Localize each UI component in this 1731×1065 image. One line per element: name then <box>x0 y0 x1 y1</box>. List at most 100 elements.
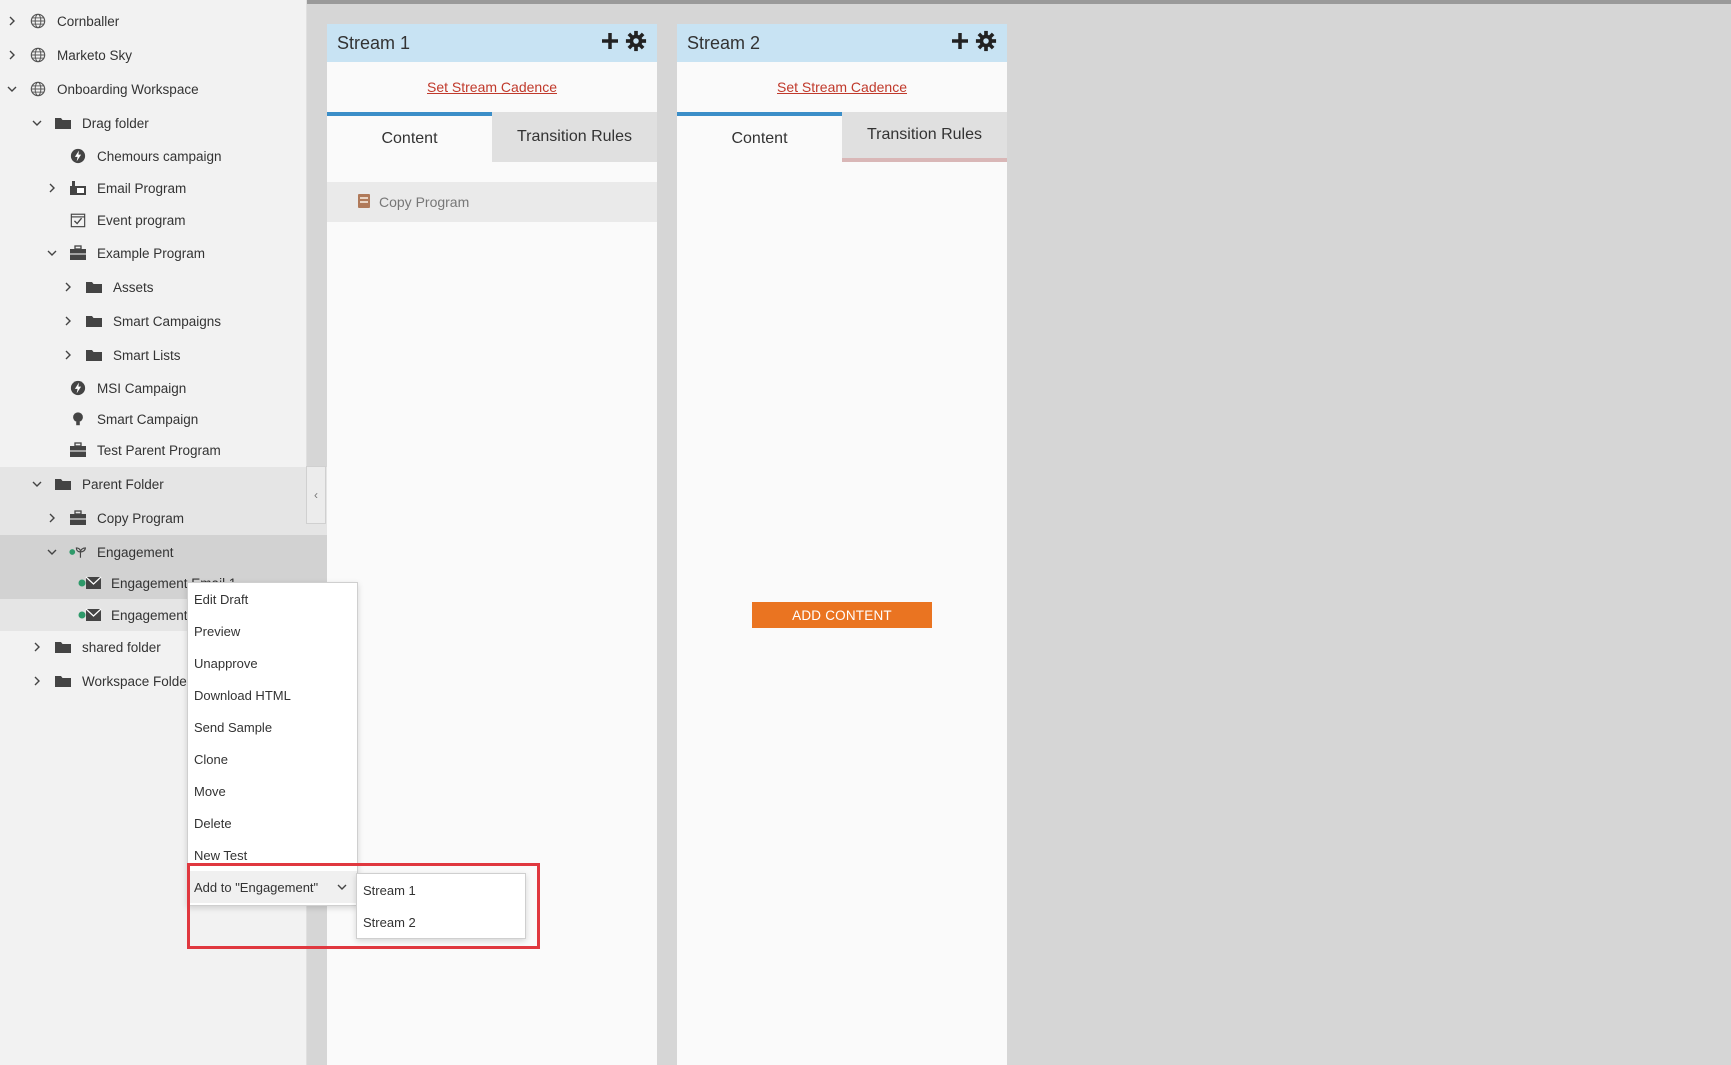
tree-item-label: Onboarding Workspace <box>57 81 199 97</box>
tree-item-label: Chemours campaign <box>97 148 222 164</box>
context-menu: Edit Draft Preview Unapprove Download HT… <box>187 582 358 906</box>
stream-header: Stream 1 <box>327 24 657 62</box>
tab-transition-rules[interactable]: Transition Rules <box>842 112 1007 162</box>
menu-item-clone[interactable]: Clone <box>188 743 357 775</box>
stream-content-item[interactable]: Copy Program <box>327 182 657 222</box>
tree-item-label: Example Program <box>97 245 206 261</box>
stream-title: Stream 2 <box>687 32 761 53</box>
menu-item-move[interactable]: Move <box>188 775 357 807</box>
chevron-right-icon[interactable] <box>6 15 18 27</box>
program-icon <box>357 193 371 212</box>
tree-item-label: MSI Campaign <box>97 380 187 396</box>
globe-icon <box>28 12 48 30</box>
tree-item-label: Assets <box>113 279 154 295</box>
plus-icon[interactable] <box>599 30 621 57</box>
add-content-button[interactable]: ADD CONTENT <box>752 602 932 628</box>
chevron-right-icon[interactable] <box>62 281 74 293</box>
add-to-stream-submenu: Stream 1 Stream 2 <box>356 873 526 939</box>
folder-icon <box>53 638 73 656</box>
chevron-right-icon[interactable] <box>6 49 18 61</box>
tree-item-label: Event program <box>97 212 186 228</box>
engagement-icon <box>68 543 88 561</box>
chevron-left-icon: ‹ <box>314 488 318 502</box>
chevron-right-icon[interactable] <box>62 315 74 327</box>
tree-item-smart-campaigns[interactable]: Smart Campaigns <box>0 305 368 337</box>
bolt-icon <box>68 379 88 397</box>
tab-content[interactable]: Content <box>677 112 842 162</box>
chevron-down-icon[interactable] <box>31 478 43 490</box>
set-stream-cadence-link[interactable]: Set Stream Cadence <box>427 79 557 95</box>
tree-item-parent-folder[interactable]: Parent Folder <box>0 467 337 501</box>
chevron-right-icon[interactable] <box>31 675 43 687</box>
folder-icon <box>84 312 104 330</box>
stream-title: Stream 1 <box>337 32 411 53</box>
menu-item-unapprove[interactable]: Unapprove <box>188 647 357 679</box>
tree-item-label: Drag folder <box>82 115 149 131</box>
submenu-item-stream-2[interactable]: Stream 2 <box>357 906 525 938</box>
chevron-right-icon[interactable] <box>31 641 43 653</box>
menu-item-send-sample[interactable]: Send Sample <box>188 711 357 743</box>
tree-item-cornballer[interactable]: Cornballer <box>0 5 312 37</box>
gear-icon[interactable] <box>625 30 647 57</box>
menu-item-add-to-engagement[interactable]: Add to "Engagement" <box>188 871 357 903</box>
chevron-right-icon[interactable] <box>46 512 58 524</box>
menu-item-download-html[interactable]: Download HTML <box>188 679 357 711</box>
briefcase-icon <box>68 509 88 527</box>
briefcase-icon <box>68 244 88 262</box>
sidebar-collapse-handle[interactable]: ‹ <box>306 466 326 524</box>
chevron-right-icon[interactable] <box>46 182 58 194</box>
tree-item-email-program[interactable]: Email Program <box>0 172 352 204</box>
chevron-down-icon <box>337 880 347 895</box>
tree-item-test-parent-program[interactable]: Test Parent Program <box>0 434 374 466</box>
briefcase-icon <box>68 441 88 459</box>
tree-item-label: Workspace Folder <box>82 673 192 689</box>
content-item-label: Copy Program <box>379 194 470 210</box>
tree-item-label: Smart Lists <box>113 347 181 363</box>
chevron-down-icon[interactable] <box>6 83 18 95</box>
folder-icon <box>53 672 73 690</box>
chevron-down-icon[interactable] <box>46 546 58 558</box>
tab-content[interactable]: Content <box>327 112 492 162</box>
tree-item-label: Email Program <box>97 180 187 196</box>
menu-item-delete[interactable]: Delete <box>188 807 357 839</box>
email-program-icon <box>68 179 88 197</box>
lightbulb-icon <box>68 410 88 428</box>
submenu-item-stream-1[interactable]: Stream 1 <box>357 874 525 906</box>
menu-item-preview[interactable]: Preview <box>188 615 357 647</box>
folder-icon <box>53 475 73 493</box>
chevron-right-icon[interactable] <box>62 349 74 361</box>
tree-item-label: Engagement <box>97 544 174 560</box>
tree-item-label: Cornballer <box>57 13 120 29</box>
tree-item-smart-lists[interactable]: Smart Lists <box>0 339 368 371</box>
set-stream-cadence-link[interactable]: Set Stream Cadence <box>777 79 907 95</box>
tree-item-label: Marketo Sky <box>57 47 133 63</box>
email-icon <box>78 606 102 624</box>
plus-icon[interactable] <box>949 30 971 57</box>
tree-item-msi-campaign[interactable]: MSI Campaign <box>0 372 374 404</box>
chevron-down-icon[interactable] <box>46 247 58 259</box>
tree-item-marketo-sky[interactable]: Marketo Sky <box>0 39 312 71</box>
folder-icon <box>53 114 73 132</box>
tree-item-chemours-campaign[interactable]: Chemours campaign <box>0 140 374 172</box>
tree-item-label: shared folder <box>82 639 161 655</box>
email-icon <box>78 574 102 592</box>
tree-item-drag-folder[interactable]: Drag folder <box>0 107 337 139</box>
tree-item-engagement[interactable]: Engagement <box>0 535 352 569</box>
tree-item-smart-campaign[interactable]: Smart Campaign <box>0 403 374 435</box>
bolt-icon <box>68 147 88 165</box>
tree-item-label: Test Parent Program <box>97 442 221 458</box>
globe-icon <box>28 46 48 64</box>
tree-item-copy-program[interactable]: Copy Program <box>0 501 352 535</box>
tree-item-label: Copy Program <box>97 510 185 526</box>
chevron-down-icon[interactable] <box>31 117 43 129</box>
tree-item-assets[interactable]: Assets <box>0 271 368 303</box>
tab-transition-rules[interactable]: Transition Rules <box>492 112 657 162</box>
tree-item-example-program[interactable]: Example Program <box>0 237 352 269</box>
menu-item-edit-draft[interactable]: Edit Draft <box>188 583 357 615</box>
tree-item-label: Parent Folder <box>82 476 164 492</box>
calendar-check-icon <box>68 211 88 229</box>
tree-item-event-program[interactable]: Event program <box>0 204 374 236</box>
menu-item-new-test[interactable]: New Test <box>188 839 357 871</box>
tree-item-onboarding-workspace[interactable]: Onboarding Workspace <box>0 73 312 105</box>
gear-icon[interactable] <box>975 30 997 57</box>
